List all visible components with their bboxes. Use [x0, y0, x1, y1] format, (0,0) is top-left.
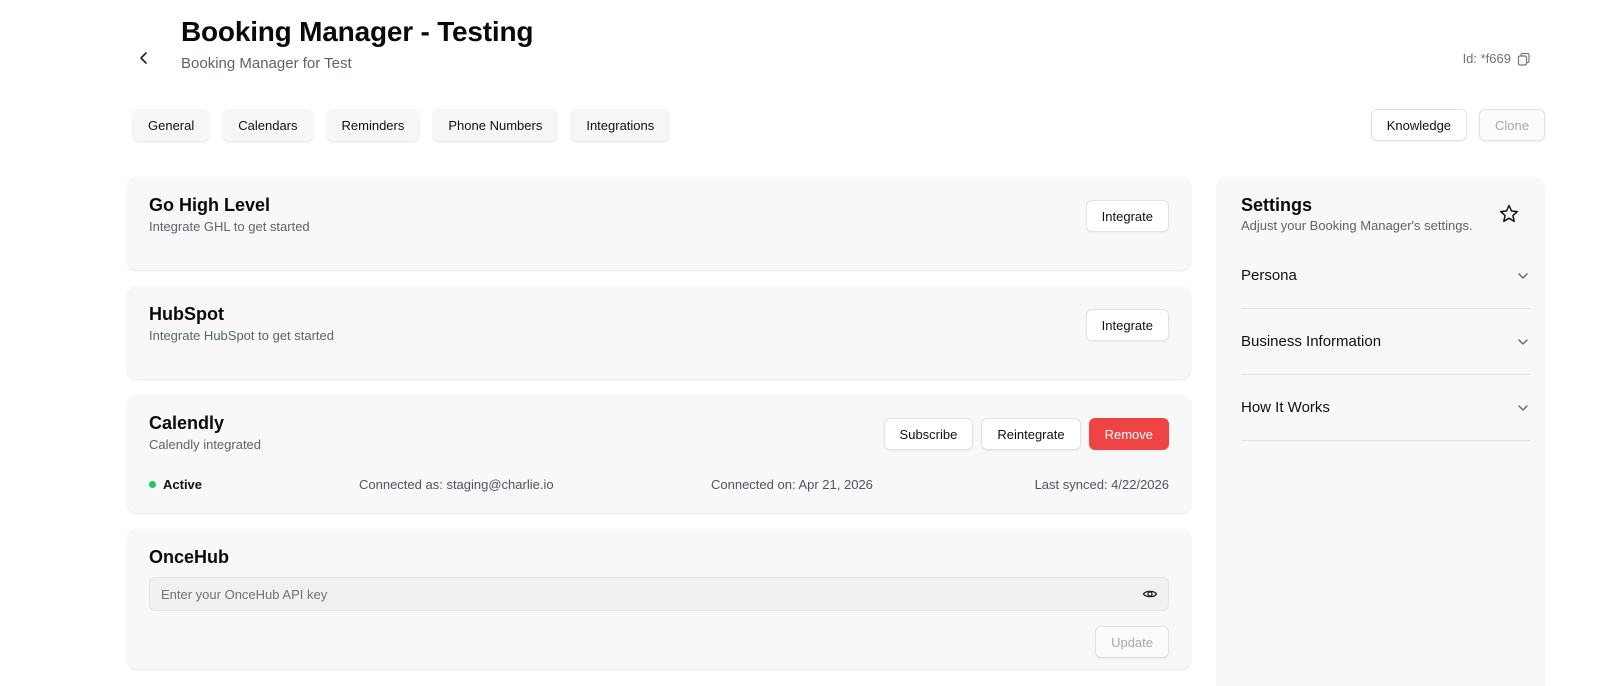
connected-on: Connected on: Apr 21, 2026: [711, 477, 873, 492]
status-badge: Active: [149, 477, 359, 492]
id-text: Id: *f669: [1462, 51, 1511, 66]
settings-accordion: Persona Business Information How It Work…: [1241, 243, 1530, 441]
status-text: Active: [163, 477, 203, 492]
accordion-persona[interactable]: Persona: [1241, 243, 1530, 309]
ghl-card: Go High Level Integrate GHL to get start…: [127, 177, 1191, 270]
connected-as: Connected as: staging@charlie.io: [359, 477, 554, 492]
calendly-description: Calendly integrated: [149, 437, 262, 452]
tab-reminders[interactable]: Reminders: [326, 109, 420, 141]
status-dot-icon: [149, 481, 156, 488]
oncehub-update-button[interactable]: Update: [1095, 626, 1169, 658]
ghl-description: Integrate GHL to get started: [149, 219, 310, 234]
clone-button[interactable]: Clone: [1479, 109, 1545, 141]
oncehub-card: OnceHub Update: [127, 529, 1191, 669]
settings-title: Settings: [1241, 195, 1313, 215]
knowledge-button[interactable]: Knowledge: [1370, 109, 1468, 141]
tab-integrations[interactable]: Integrations: [571, 109, 670, 141]
settings-panel: Settings Adjust your Booking Manager's s…: [1217, 177, 1544, 686]
ghl-integrate-button[interactable]: Integrate: [1085, 200, 1169, 232]
page-title: Booking Manager - Testing: [181, 16, 534, 47]
settings-description: Adjust your Booking Manager's settings.: [1241, 218, 1473, 233]
star-icon[interactable]: [1498, 203, 1520, 225]
tab-phone-numbers[interactable]: Phone Numbers: [433, 109, 558, 141]
page-subtitle: Booking Manager for Test: [181, 55, 352, 72]
tab-calendars[interactable]: Calendars: [223, 109, 313, 141]
calendly-title: Calendly: [149, 413, 225, 433]
chevron-left-icon: [136, 50, 152, 66]
oncehub-api-input[interactable]: [150, 578, 1142, 610]
hubspot-description: Integrate HubSpot to get started: [149, 328, 335, 343]
chevron-down-icon: [1516, 269, 1530, 283]
last-synced: Last synced: 4/22/2026: [1034, 477, 1169, 492]
calendly-reintegrate-button[interactable]: Reintegrate: [981, 418, 1081, 450]
tab-general[interactable]: General: [133, 109, 210, 141]
id-display: Id: *f669: [1463, 51, 1531, 66]
back-button[interactable]: [132, 46, 156, 70]
oncehub-api-field: [149, 577, 1169, 611]
eye-icon[interactable]: [1142, 586, 1158, 602]
accordion-label: Business Information: [1241, 333, 1382, 350]
oncehub-title: OnceHub: [149, 547, 230, 567]
calendly-subscribe-button[interactable]: Subscribe: [883, 418, 974, 450]
calendly-remove-button[interactable]: Remove: [1088, 418, 1169, 450]
hubspot-card: HubSpot Integrate HubSpot to get started…: [127, 286, 1191, 379]
accordion-label: Persona: [1241, 267, 1297, 284]
chevron-down-icon: [1516, 335, 1530, 349]
tab-bar: General Calendars Reminders Phone Number…: [133, 109, 670, 141]
hubspot-title: HubSpot: [149, 304, 224, 324]
top-actions: Knowledge Clone: [1370, 109, 1545, 141]
calendly-card: Calendly Calendly integrated Subscribe R…: [127, 395, 1191, 513]
accordion-how-it-works[interactable]: How It Works: [1241, 375, 1530, 441]
accordion-label: How It Works: [1241, 399, 1330, 416]
calendly-status-row: Active Connected as: staging@charlie.io …: [149, 477, 1169, 492]
accordion-business-information[interactable]: Business Information: [1241, 309, 1530, 375]
chevron-down-icon: [1516, 401, 1530, 415]
ghl-title: Go High Level: [149, 195, 271, 215]
hubspot-integrate-button[interactable]: Integrate: [1085, 309, 1169, 341]
copy-icon[interactable]: [1517, 52, 1531, 66]
